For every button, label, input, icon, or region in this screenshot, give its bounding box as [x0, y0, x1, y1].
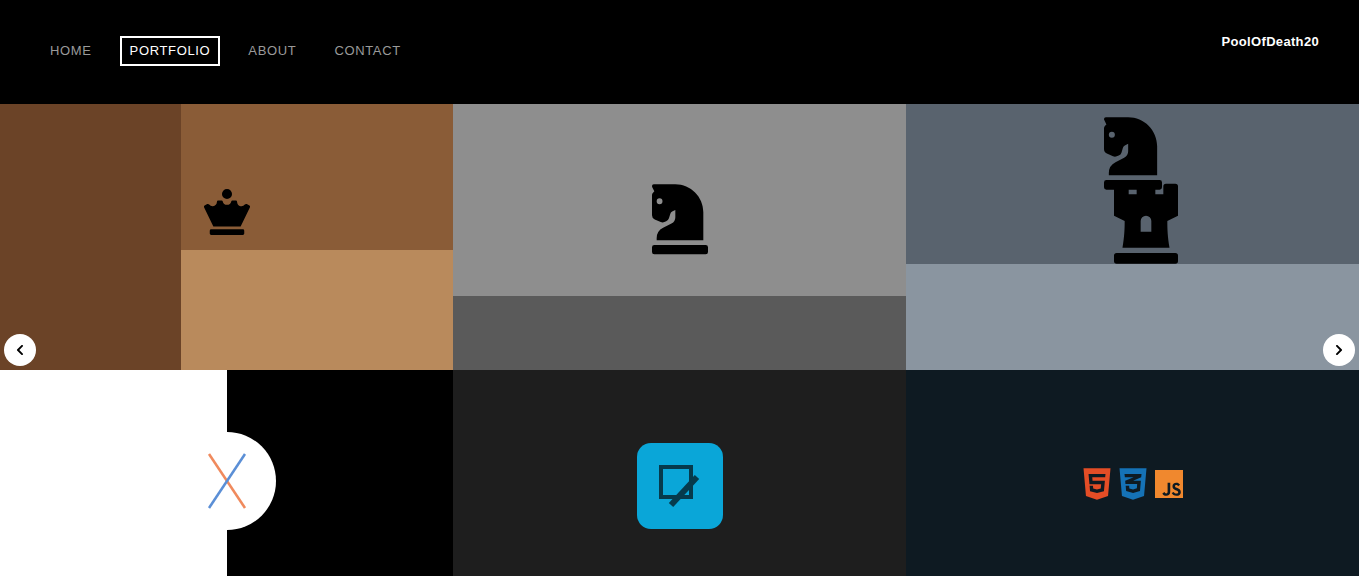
editor-logo-icon	[637, 443, 723, 529]
portfolio-tile[interactable]	[453, 370, 906, 576]
carousel-prev-button[interactable]	[4, 334, 36, 366]
portfolio-row	[0, 104, 1359, 370]
header: HOME PORTFOLIO ABOUT CONTACT PoolOfDeath20	[0, 0, 1359, 104]
chess-queen-icon	[204, 158, 250, 266]
carousel-next-button[interactable]	[1323, 334, 1355, 366]
portfolio-tile[interactable]	[0, 104, 453, 370]
portfolio-grid	[0, 104, 1359, 576]
nav-item[interactable]: HOME	[40, 36, 102, 66]
chess-knight-icon	[652, 177, 708, 257]
nav-item[interactable]: ABOUT	[238, 36, 306, 66]
nav-item[interactable]: CONTACT	[324, 36, 410, 66]
chess-knight-icon	[1104, 106, 1162, 196]
portfolio-tile[interactable]	[906, 104, 1359, 370]
page: HOME PORTFOLIO ABOUT CONTACT PoolOfDeath20	[0, 0, 1359, 576]
nav-item[interactable]: PORTFOLIO	[120, 36, 221, 66]
nav: HOME PORTFOLIO ABOUT CONTACT	[40, 0, 411, 66]
html5-icon	[1083, 466, 1111, 502]
chess-rook-icon	[1114, 178, 1178, 264]
portfolio-row	[0, 370, 1359, 576]
brand[interactable]: PoolOfDeath20	[1222, 0, 1319, 52]
js-icon	[1155, 466, 1183, 502]
chevron-right-icon	[1333, 344, 1345, 356]
chevron-left-icon	[14, 344, 26, 356]
app-logo	[178, 432, 276, 530]
portfolio-tile[interactable]	[453, 104, 906, 370]
portfolio-tile[interactable]	[0, 370, 453, 576]
portfolio-tile[interactable]	[906, 370, 1359, 576]
x-logo-icon	[205, 450, 249, 512]
css3-icon	[1119, 466, 1147, 502]
